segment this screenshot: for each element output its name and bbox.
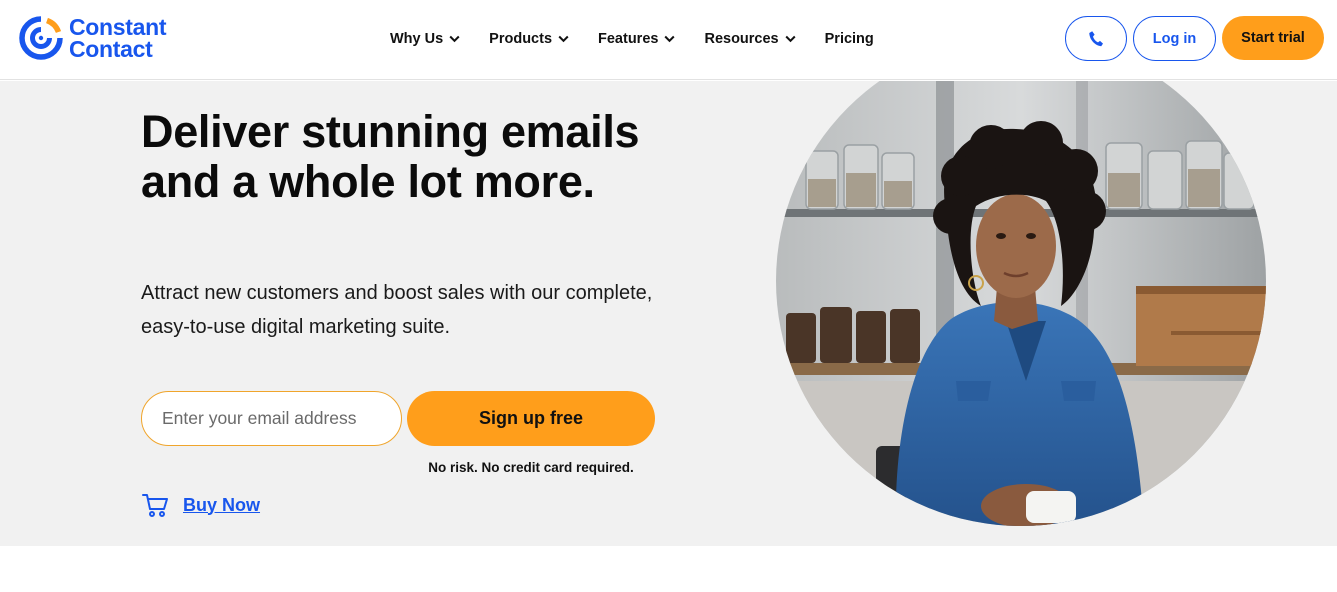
site-header: Constant Contact Why Us Products Feature… [0, 0, 1337, 80]
phone-icon [1089, 30, 1103, 46]
logo-mark-icon [19, 16, 63, 60]
nav-item-why-us[interactable]: Why Us [390, 31, 460, 47]
nav-item-features[interactable]: Features [598, 31, 675, 47]
logo-wordmark: Constant Contact [69, 14, 167, 62]
hero-section: Deliver stunning emails and a whole lot … [0, 81, 1337, 546]
phone-button[interactable] [1065, 16, 1127, 61]
chevron-down-icon [449, 35, 460, 43]
start-trial-button[interactable]: Start trial [1222, 16, 1324, 60]
chevron-down-icon [664, 35, 675, 43]
nav-item-products[interactable]: Products [489, 31, 569, 47]
logo-text-line2: Contact [69, 36, 153, 62]
chevron-down-icon [785, 35, 796, 43]
nav-item-pricing[interactable]: Pricing [825, 31, 874, 47]
nav-item-label: Pricing [824, 31, 874, 47]
sign-up-free-button[interactable]: Sign up free [407, 391, 655, 446]
no-risk-note: No risk. No credit card required. [428, 460, 634, 475]
main-nav: Why Us Products Features Resources Prici… [390, 28, 874, 50]
buy-now-link[interactable]: Buy Now [141, 491, 260, 519]
logo-text-line1: Constant [69, 14, 167, 40]
email-input[interactable] [141, 391, 402, 446]
nav-item-label: Why Us [390, 31, 444, 47]
hero-headline: Deliver stunning emails and a whole lot … [141, 106, 640, 207]
cart-icon [142, 494, 168, 517]
nav-item-label: Products [489, 31, 553, 47]
login-button[interactable]: Log in [1133, 16, 1216, 61]
constant-contact-logo[interactable]: Constant Contact [18, 14, 167, 62]
hero-photo [776, 81, 1266, 526]
buy-now-label: Buy Now [183, 494, 261, 515]
chevron-down-icon [558, 35, 569, 43]
nav-item-label: Resources [704, 31, 779, 47]
photo-content [776, 81, 1266, 526]
nav-item-resources[interactable]: Resources [704, 31, 796, 47]
hero-subtext: Attract new customers and boost sales wi… [141, 282, 653, 338]
nav-item-label: Features [598, 31, 659, 47]
